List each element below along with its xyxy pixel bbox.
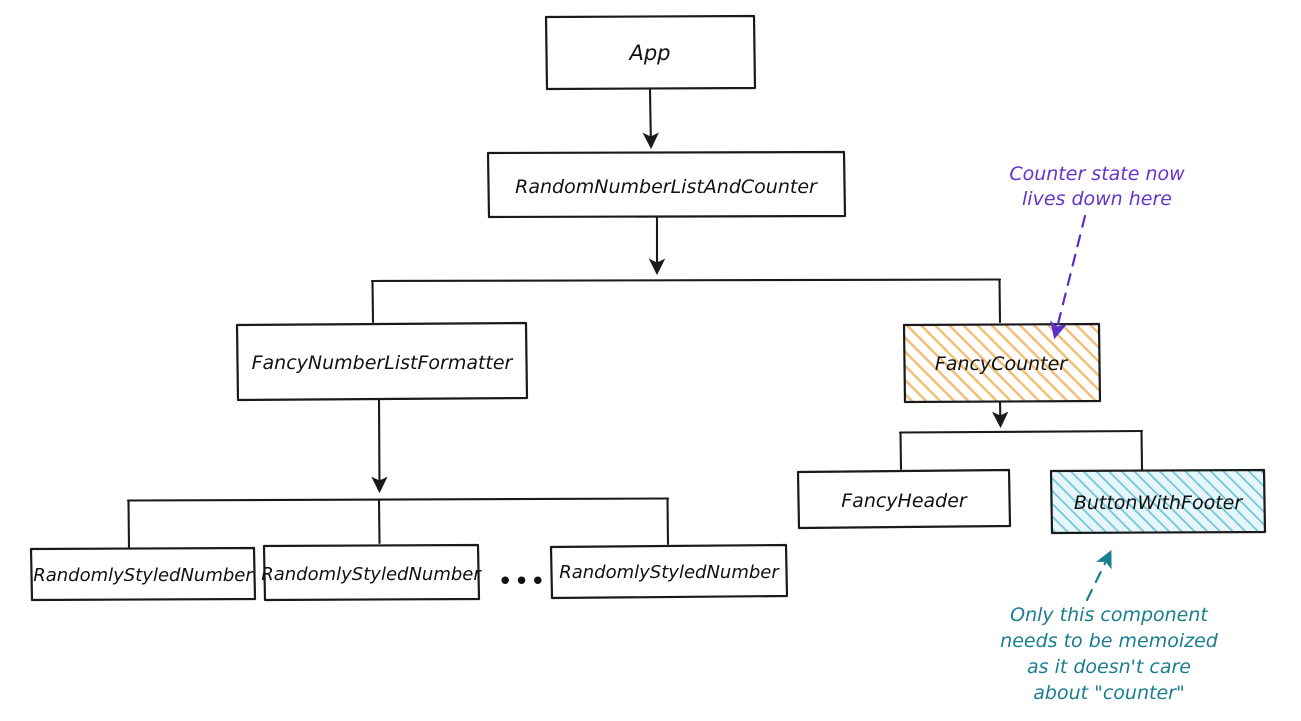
edge-bus-level3-left — [126, 497, 670, 502]
edge-bus-drop-rsn3 — [666, 497, 670, 546]
edge-bus-drop-left — [371, 279, 375, 324]
node-randomly-styled-number-2-label: RandomlyStyledNumber — [261, 564, 482, 585]
node-random-number-list-and-counter[interactable]: RandomNumberListAndCounter — [486, 150, 847, 219]
annotation-counter-state-note: Counter state now lives down here — [1009, 163, 1185, 340]
edge-app-to-randomnumberlistandcounter — [642, 88, 659, 150]
node-group: App RandomNumberListAndCounter FancyNumb… — [29, 14, 1267, 602]
edge-bus-level2 — [370, 278, 1002, 283]
node-randomly-styled-number-3-label: RandomlyStyledNumber — [559, 562, 780, 583]
annotation-memoize-note: Only this component needs to be memoized… — [1000, 550, 1219, 704]
annotation-counter-state-leader-line — [1050, 214, 1087, 340]
annotation-counter-state-line-2: lives down here — [1022, 188, 1172, 210]
annotation-memoize-leader-line — [1085, 550, 1112, 602]
edge-bus-drop-right — [998, 278, 1002, 324]
annotation-memoize-line-1: Only this component — [1010, 604, 1209, 626]
node-app-label: App — [627, 41, 670, 65]
diagram-canvas: App RandomNumberListAndCounter FancyNumb… — [0, 0, 1301, 721]
node-randomly-styled-number-3[interactable]: RandomlyStyledNumber — [549, 543, 789, 600]
component-tree-diagram: App RandomNumberListAndCounter FancyNumb… — [29, 14, 1267, 704]
node-randomly-styled-number-2[interactable]: RandomlyStyledNumber — [261, 543, 482, 602]
node-button-with-footer-label: ButtonWithFooter — [1074, 492, 1244, 514]
node-fancy-counter[interactable]: FancyCounter — [902, 322, 1102, 404]
node-random-number-list-and-counter-label: RandomNumberListAndCounter — [515, 176, 818, 198]
node-randomly-styled-number-1[interactable]: RandomlyStyledNumber — [29, 546, 257, 602]
node-randomly-styled-number-1-label: RandomlyStyledNumber — [33, 565, 254, 586]
edge-bus-drop-rsn2 — [377, 498, 381, 545]
annotation-memoize-line-4: about "counter" — [1033, 682, 1184, 704]
edge-fancycounter-down — [992, 400, 1009, 429]
edge-bus-drop-buttonwithfooter — [1140, 429, 1144, 471]
node-fancy-header-label: FancyHeader — [841, 490, 968, 512]
annotation-group: Counter state now lives down here Only t… — [1000, 163, 1219, 704]
annotation-memoize-line-2: needs to be memoized — [1000, 630, 1219, 652]
node-app[interactable]: App — [544, 14, 757, 91]
edge-bus-drop-rsn1 — [127, 499, 131, 549]
edge-fnlf-down — [371, 398, 388, 494]
edge-bus-drop-fancyheader — [899, 431, 903, 471]
edge-bus-level3-right — [898, 429, 1144, 434]
node-fancy-counter-label: FancyCounter — [935, 353, 1068, 375]
annotation-counter-state-line-1: Counter state now — [1009, 163, 1185, 185]
node-fancy-header[interactable]: FancyHeader — [796, 468, 1012, 530]
annotation-memoize-line-3: as it doesn't care — [1027, 656, 1191, 678]
node-button-with-footer[interactable]: ButtonWithFooter — [1049, 468, 1267, 535]
node-fancy-number-list-formatter-label: FancyNumberListFormatter — [252, 352, 514, 374]
ellipsis-indicator: ••• — [497, 567, 546, 597]
node-fancy-number-list-formatter[interactable]: FancyNumberListFormatter — [235, 321, 529, 402]
